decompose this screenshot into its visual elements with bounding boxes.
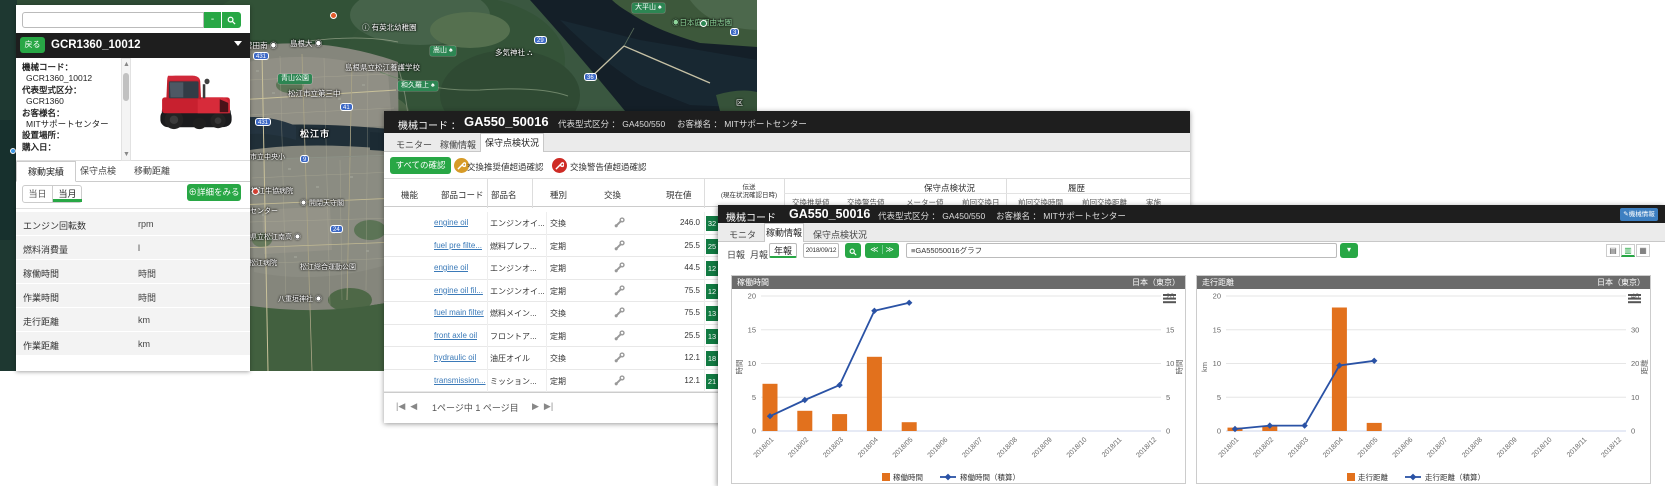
svg-text:2018/04: 2018/04 xyxy=(857,436,880,459)
svg-text:2018/06: 2018/06 xyxy=(927,436,950,459)
svg-text:2018/02: 2018/02 xyxy=(1252,436,1275,459)
svg-text:2018/10: 2018/10 xyxy=(1531,436,1554,459)
svg-text:2018/01: 2018/01 xyxy=(1218,436,1241,459)
svg-text:2018/10: 2018/10 xyxy=(1066,436,1089,459)
svg-text:20: 20 xyxy=(748,292,756,301)
svg-text:10: 10 xyxy=(1166,359,1174,368)
svg-text:2018/03: 2018/03 xyxy=(822,436,845,459)
svg-text:走行距離（積算）: 走行距離（積算） xyxy=(1425,472,1485,482)
svg-text:20: 20 xyxy=(1213,292,1221,301)
svg-text:2018/07: 2018/07 xyxy=(961,436,984,459)
svg-text:15: 15 xyxy=(1166,325,1174,334)
svg-text:0: 0 xyxy=(1631,427,1635,436)
svg-text:2018/09: 2018/09 xyxy=(1496,436,1519,459)
svg-text:20: 20 xyxy=(1631,359,1639,368)
svg-text:2018/05: 2018/05 xyxy=(1357,436,1380,459)
svg-text:2018/02: 2018/02 xyxy=(787,436,810,459)
svg-text:5: 5 xyxy=(1217,393,1221,402)
svg-text:2018/11: 2018/11 xyxy=(1566,436,1589,459)
svg-text:5: 5 xyxy=(752,393,756,402)
svg-text:2018/05: 2018/05 xyxy=(892,436,915,459)
svg-text:2018/12: 2018/12 xyxy=(1135,436,1158,459)
svg-text:10: 10 xyxy=(1631,393,1639,402)
svg-text:0: 0 xyxy=(752,427,756,436)
svg-text:2018/12: 2018/12 xyxy=(1600,436,1623,459)
svg-text:5: 5 xyxy=(1166,393,1170,402)
svg-text:15: 15 xyxy=(1213,325,1221,334)
svg-text:2018/06: 2018/06 xyxy=(1392,436,1415,459)
svg-text:0: 0 xyxy=(1166,427,1170,436)
svg-text:時間: 時間 xyxy=(1175,360,1184,375)
svg-text:2018/04: 2018/04 xyxy=(1322,436,1345,459)
svg-text:30: 30 xyxy=(1631,325,1639,334)
svg-text:2018/07: 2018/07 xyxy=(1426,436,1449,459)
svg-text:時間: 時間 xyxy=(735,360,744,375)
svg-text:10: 10 xyxy=(748,359,756,368)
svg-text:2018/03: 2018/03 xyxy=(1287,436,1310,459)
svg-text:2018/09: 2018/09 xyxy=(1031,436,1054,459)
svg-text:15: 15 xyxy=(748,325,756,334)
svg-text:2018/08: 2018/08 xyxy=(1461,436,1484,459)
svg-text:稼働時間: 稼働時間 xyxy=(893,472,923,482)
svg-text:10: 10 xyxy=(1213,359,1221,368)
svg-text:走行距離: 走行距離 xyxy=(1358,472,1388,482)
svg-text:2018/01: 2018/01 xyxy=(753,436,776,459)
svg-text:2018/08: 2018/08 xyxy=(996,436,1019,459)
svg-text:2018/11: 2018/11 xyxy=(1101,436,1124,459)
svg-text:距離: 距離 xyxy=(1639,359,1649,374)
svg-text:稼働時間（積算）: 稼働時間（積算） xyxy=(960,472,1020,482)
svg-text:0: 0 xyxy=(1217,427,1221,436)
svg-text:km: km xyxy=(1200,362,1209,372)
